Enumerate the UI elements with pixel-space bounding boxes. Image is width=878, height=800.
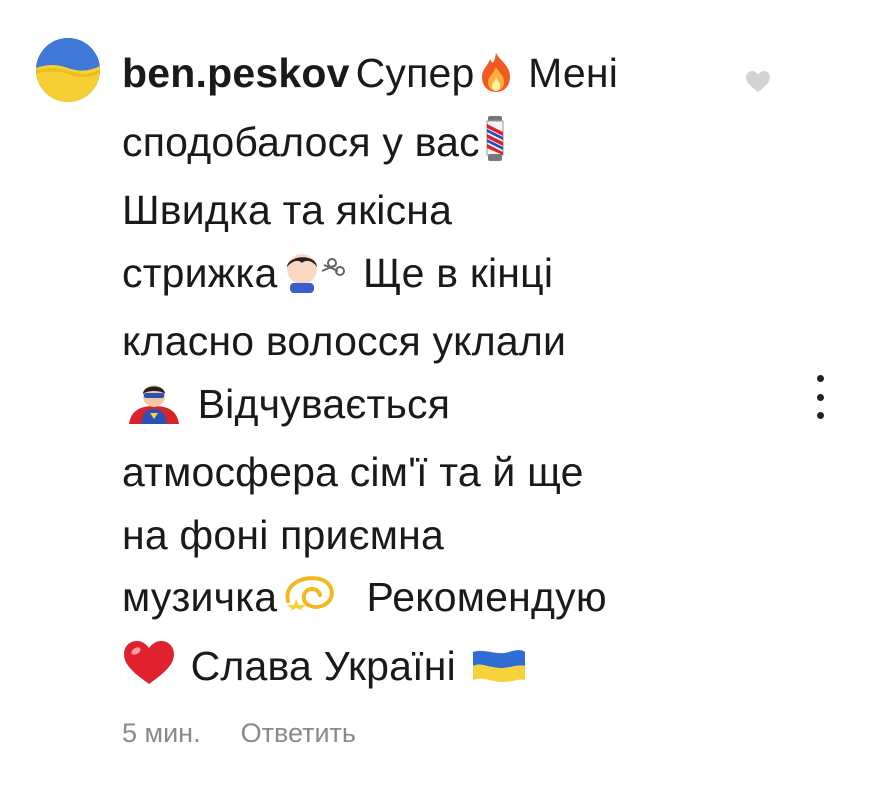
comment-text: музичка xyxy=(122,574,278,620)
comment-text: Рекомендую xyxy=(343,574,607,620)
comment-body: ben.peskov Супер Мені сподобалося у вас Ш… xyxy=(122,42,752,703)
comment-line-7: атмосфера сім'ї та й ще xyxy=(122,441,752,504)
dizzy-emoji-icon xyxy=(280,571,340,635)
comment-line-3: Швидка та якісна xyxy=(122,179,752,242)
comment-line-1: ben.peskov Супер Мені xyxy=(122,42,752,111)
comment-text: стрижка xyxy=(122,249,278,296)
comment-time: 5 мин. xyxy=(122,718,201,748)
more-options-button[interactable] xyxy=(808,375,832,419)
more-vertical-icon-dot xyxy=(816,375,824,382)
comment-line-5: класно волосся уклали xyxy=(122,310,752,373)
more-vertical-icon-dot xyxy=(816,412,824,419)
comment-text: на фоні приємна xyxy=(122,511,444,558)
comment-text: Відчувається xyxy=(186,380,451,427)
comment: ben.peskov Супер Мені сподобалося у вас Ш… xyxy=(0,0,878,800)
reply-button[interactable]: Ответить xyxy=(241,718,356,748)
red-heart-emoji-icon xyxy=(122,640,176,704)
superhero-emoji-icon xyxy=(125,379,183,442)
comment-line-10: Слава Україні xyxy=(122,635,752,704)
comment-text: Слава Україні xyxy=(179,642,468,689)
ukraine-flag-emoji-icon xyxy=(471,641,527,704)
comment-text: класно волосся уклали xyxy=(122,318,567,364)
heart-outline-icon xyxy=(746,71,770,92)
ukraine-flag-avatar-icon xyxy=(36,38,100,102)
comment-text: Мені xyxy=(516,50,619,96)
comment-line-2: сподобалося у вас xyxy=(122,111,752,180)
barber-pole-emoji-icon xyxy=(483,115,507,180)
like-button[interactable] xyxy=(745,70,771,94)
comment-text: атмосфера сім'ї та й ще xyxy=(122,449,584,495)
more-vertical-icon-dot xyxy=(816,393,824,401)
comment-text: сподобалося у вас xyxy=(122,118,480,165)
comment-meta: 5 мин. Ответить xyxy=(122,718,356,749)
comment-text: Швидка та якісна xyxy=(122,187,453,233)
comment-text: Супер xyxy=(355,50,475,96)
avatar[interactable] xyxy=(36,38,100,102)
fire-emoji-icon xyxy=(478,48,514,111)
haircut-emoji-icon xyxy=(280,248,348,311)
username[interactable]: ben.peskov xyxy=(122,50,350,96)
comment-line-6: Відчувається xyxy=(122,373,752,442)
comment-line-9: музичка Рекомендую xyxy=(122,566,752,635)
comment-line-8: на фоні приємна xyxy=(122,504,752,567)
comment-line-4: стрижка Ще в кінці xyxy=(122,242,752,311)
comment-text: Ще в кінці xyxy=(351,249,554,296)
